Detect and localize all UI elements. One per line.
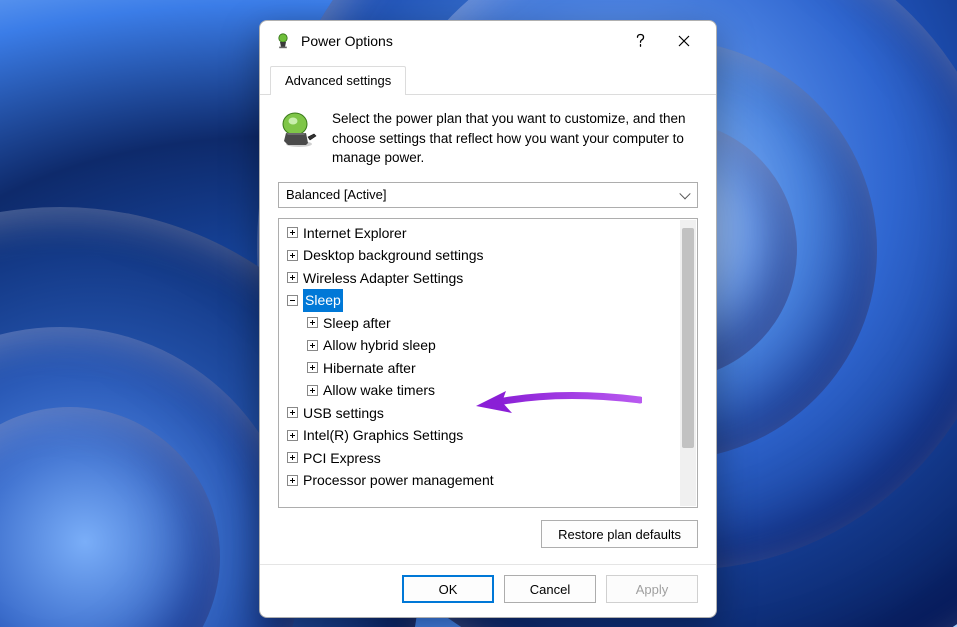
tree-item[interactable]: Wireless Adapter Settings xyxy=(285,267,697,290)
tab-strip: Advanced settings xyxy=(260,61,716,95)
expand-icon[interactable] xyxy=(287,475,298,486)
tree-item[interactable]: Desktop background settings xyxy=(285,244,697,267)
dialog-content: Select the power plan that you want to c… xyxy=(260,95,716,564)
window-title: Power Options xyxy=(301,33,618,49)
intro-row: Select the power plan that you want to c… xyxy=(278,109,698,168)
help-button[interactable] xyxy=(618,25,662,57)
cancel-button[interactable]: Cancel xyxy=(504,575,596,603)
tree-item[interactable]: Intel(R) Graphics Settings xyxy=(285,424,697,447)
tree-item[interactable]: Sleep after xyxy=(285,312,697,335)
tree-item-label: Allow hybrid sleep xyxy=(323,334,436,357)
intro-text: Select the power plan that you want to c… xyxy=(332,109,698,168)
power-plan-dropdown[interactable]: Balanced [Active] xyxy=(278,182,698,208)
expand-icon[interactable] xyxy=(287,452,298,463)
tree-item[interactable]: Sleep xyxy=(285,289,697,312)
power-options-icon xyxy=(274,32,292,50)
apply-button: Apply xyxy=(606,575,698,603)
tree-item[interactable]: Processor power management xyxy=(285,469,697,492)
dialog-button-row: OK Cancel Apply xyxy=(260,564,716,617)
expand-icon[interactable] xyxy=(307,317,318,328)
tree-item-label: Processor power management xyxy=(303,469,494,492)
tree-item-label: Sleep xyxy=(303,289,343,312)
tree-scrollbar[interactable] xyxy=(680,220,696,506)
power-plan-selected: Balanced [Active] xyxy=(286,187,386,202)
tree-item-label: Allow wake timers xyxy=(323,379,435,402)
tree-item-label: Wireless Adapter Settings xyxy=(303,267,463,290)
tree-item[interactable]: Allow hybrid sleep xyxy=(285,334,697,357)
expand-icon[interactable] xyxy=(287,227,298,238)
expand-icon[interactable] xyxy=(287,430,298,441)
power-plan-icon xyxy=(278,109,318,149)
titlebar[interactable]: Power Options xyxy=(260,21,716,61)
tree-item-label: Desktop background settings xyxy=(303,244,484,267)
tree-item[interactable]: Internet Explorer xyxy=(285,222,697,245)
tree-item[interactable]: USB settings xyxy=(285,402,697,425)
tree-item[interactable]: Allow wake timers xyxy=(285,379,697,402)
scrollbar-thumb[interactable] xyxy=(682,228,694,448)
expand-icon[interactable] xyxy=(287,407,298,418)
tree-item-label: Internet Explorer xyxy=(303,222,407,245)
tree-item-label: Hibernate after xyxy=(323,357,416,380)
power-options-dialog: Power Options Advanced settings Select xyxy=(259,20,717,618)
tree-item-label: Sleep after xyxy=(323,312,391,335)
ok-button[interactable]: OK xyxy=(402,575,494,603)
tree-item-label: PCI Express xyxy=(303,447,381,470)
tree-item-label: Intel(R) Graphics Settings xyxy=(303,424,463,447)
tab-advanced-settings[interactable]: Advanced settings xyxy=(270,66,406,95)
restore-defaults-button[interactable]: Restore plan defaults xyxy=(541,520,698,548)
expand-icon[interactable] xyxy=(287,250,298,261)
settings-tree[interactable]: Internet ExplorerDesktop background sett… xyxy=(278,218,698,508)
collapse-icon[interactable] xyxy=(287,295,298,306)
expand-icon[interactable] xyxy=(287,272,298,283)
expand-icon[interactable] xyxy=(307,385,318,396)
tree-item[interactable]: Hibernate after xyxy=(285,357,697,380)
tree-item-label: USB settings xyxy=(303,402,384,425)
expand-icon[interactable] xyxy=(307,340,318,351)
close-button[interactable] xyxy=(662,25,706,57)
tree-item[interactable]: PCI Express xyxy=(285,447,697,470)
expand-icon[interactable] xyxy=(307,362,318,373)
